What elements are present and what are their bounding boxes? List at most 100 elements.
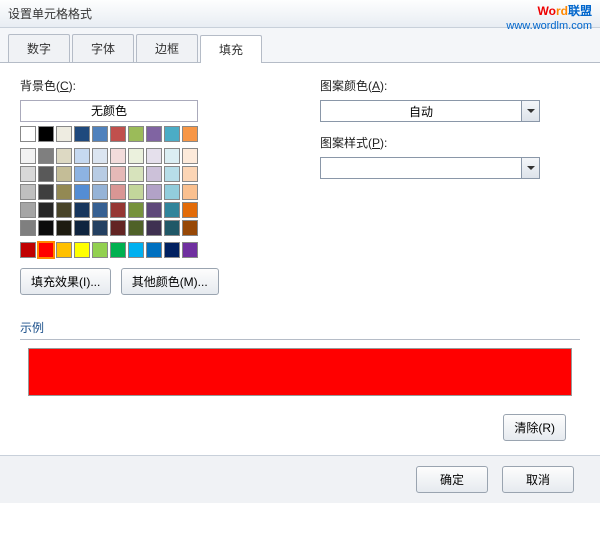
- color-swatch[interactable]: [110, 242, 126, 258]
- color-swatch[interactable]: [92, 166, 108, 182]
- color-swatch[interactable]: [146, 126, 162, 142]
- theme-color-grid: [20, 126, 200, 142]
- color-swatch[interactable]: [56, 126, 72, 142]
- color-swatch[interactable]: [182, 148, 198, 164]
- color-swatch[interactable]: [56, 184, 72, 200]
- color-swatch[interactable]: [110, 220, 126, 236]
- color-swatch[interactable]: [56, 220, 72, 236]
- color-swatch[interactable]: [146, 148, 162, 164]
- ok-button[interactable]: 确定: [416, 466, 488, 493]
- clear-button[interactable]: 清除(R): [503, 414, 566, 441]
- color-swatch[interactable]: [74, 242, 90, 258]
- color-swatch[interactable]: [182, 202, 198, 218]
- color-swatch[interactable]: [92, 148, 108, 164]
- color-swatch[interactable]: [20, 202, 36, 218]
- color-swatch[interactable]: [74, 184, 90, 200]
- standard-color-grid: [20, 242, 200, 258]
- dialog-title: 设置单元格格式: [8, 5, 92, 22]
- color-swatch[interactable]: [128, 166, 144, 182]
- color-swatch[interactable]: [128, 242, 144, 258]
- color-swatch[interactable]: [182, 184, 198, 200]
- preview-swatch: [28, 348, 572, 396]
- right-column: 图案颜色(A): 自动 图案样式(P):: [320, 77, 580, 295]
- pattern-style-label: 图案样式(P):: [320, 134, 580, 151]
- chevron-down-icon[interactable]: [521, 101, 539, 121]
- color-swatch[interactable]: [164, 126, 180, 142]
- dialog-footer: 确定 取消: [0, 455, 600, 503]
- color-swatch[interactable]: [182, 126, 198, 142]
- titlebar: 设置单元格格式 Word联盟 www.wordlm.com: [0, 0, 600, 28]
- color-swatch[interactable]: [164, 220, 180, 236]
- color-swatch[interactable]: [20, 220, 36, 236]
- color-swatch[interactable]: [164, 184, 180, 200]
- color-swatch[interactable]: [20, 126, 36, 142]
- color-swatch[interactable]: [146, 242, 162, 258]
- color-swatch[interactable]: [56, 166, 72, 182]
- color-swatch[interactable]: [164, 242, 180, 258]
- color-swatch[interactable]: [74, 148, 90, 164]
- color-swatch[interactable]: [38, 148, 54, 164]
- color-swatch[interactable]: [182, 166, 198, 182]
- color-swatch[interactable]: [20, 166, 36, 182]
- tab-number[interactable]: 数字: [8, 34, 70, 62]
- color-swatch[interactable]: [38, 220, 54, 236]
- color-swatch[interactable]: [128, 202, 144, 218]
- color-swatch[interactable]: [92, 242, 108, 258]
- color-swatch[interactable]: [74, 220, 90, 236]
- color-swatch[interactable]: [110, 184, 126, 200]
- color-swatch[interactable]: [38, 184, 54, 200]
- color-swatch[interactable]: [74, 202, 90, 218]
- color-swatch[interactable]: [92, 220, 108, 236]
- pattern-style-dropdown[interactable]: [320, 157, 540, 179]
- preview-section: 示例: [20, 319, 580, 396]
- chevron-down-icon[interactable]: [521, 158, 539, 178]
- color-swatch[interactable]: [20, 184, 36, 200]
- tab-border[interactable]: 边框: [136, 34, 198, 62]
- color-swatch[interactable]: [74, 166, 90, 182]
- preview-label: 示例: [20, 319, 580, 339]
- color-swatch[interactable]: [38, 166, 54, 182]
- color-swatch[interactable]: [164, 166, 180, 182]
- color-swatch[interactable]: [164, 148, 180, 164]
- color-swatch[interactable]: [146, 184, 162, 200]
- color-swatch[interactable]: [182, 220, 198, 236]
- more-colors-button[interactable]: 其他颜色(M)...: [121, 268, 219, 295]
- color-swatch[interactable]: [146, 202, 162, 218]
- pattern-color-value: 自动: [321, 103, 521, 120]
- left-column: 背景色(C): 无颜色 填充效果(I)... 其他颜色(M)...: [20, 77, 280, 295]
- color-swatch[interactable]: [38, 202, 54, 218]
- bgcolor-label: 背景色(C):: [20, 77, 280, 94]
- color-swatch[interactable]: [92, 202, 108, 218]
- color-swatch[interactable]: [182, 242, 198, 258]
- tab-font[interactable]: 字体: [72, 34, 134, 62]
- pattern-color-label: 图案颜色(A):: [320, 77, 580, 94]
- color-swatch[interactable]: [20, 148, 36, 164]
- tab-strip: 数字 字体 边框 填充: [0, 28, 600, 63]
- color-swatch[interactable]: [56, 148, 72, 164]
- color-swatch[interactable]: [164, 202, 180, 218]
- color-swatch[interactable]: [92, 184, 108, 200]
- tab-fill[interactable]: 填充: [200, 35, 262, 63]
- color-swatch[interactable]: [56, 202, 72, 218]
- color-swatch[interactable]: [110, 126, 126, 142]
- color-swatch[interactable]: [110, 148, 126, 164]
- color-swatch[interactable]: [56, 242, 72, 258]
- color-swatch[interactable]: [128, 220, 144, 236]
- fill-effects-button[interactable]: 填充效果(I)...: [20, 268, 111, 295]
- cancel-button[interactable]: 取消: [502, 466, 574, 493]
- color-swatch[interactable]: [74, 126, 90, 142]
- color-swatch[interactable]: [20, 242, 36, 258]
- pattern-color-dropdown[interactable]: 自动: [320, 100, 540, 122]
- color-swatch[interactable]: [110, 202, 126, 218]
- color-swatch[interactable]: [38, 242, 54, 258]
- no-color-button[interactable]: 无颜色: [20, 100, 198, 122]
- color-swatch[interactable]: [38, 126, 54, 142]
- color-swatch[interactable]: [146, 220, 162, 236]
- color-swatch[interactable]: [92, 126, 108, 142]
- tint-color-grid: [20, 148, 200, 236]
- color-swatch[interactable]: [128, 148, 144, 164]
- color-swatch[interactable]: [146, 166, 162, 182]
- color-swatch[interactable]: [128, 184, 144, 200]
- color-swatch[interactable]: [128, 126, 144, 142]
- color-swatch[interactable]: [110, 166, 126, 182]
